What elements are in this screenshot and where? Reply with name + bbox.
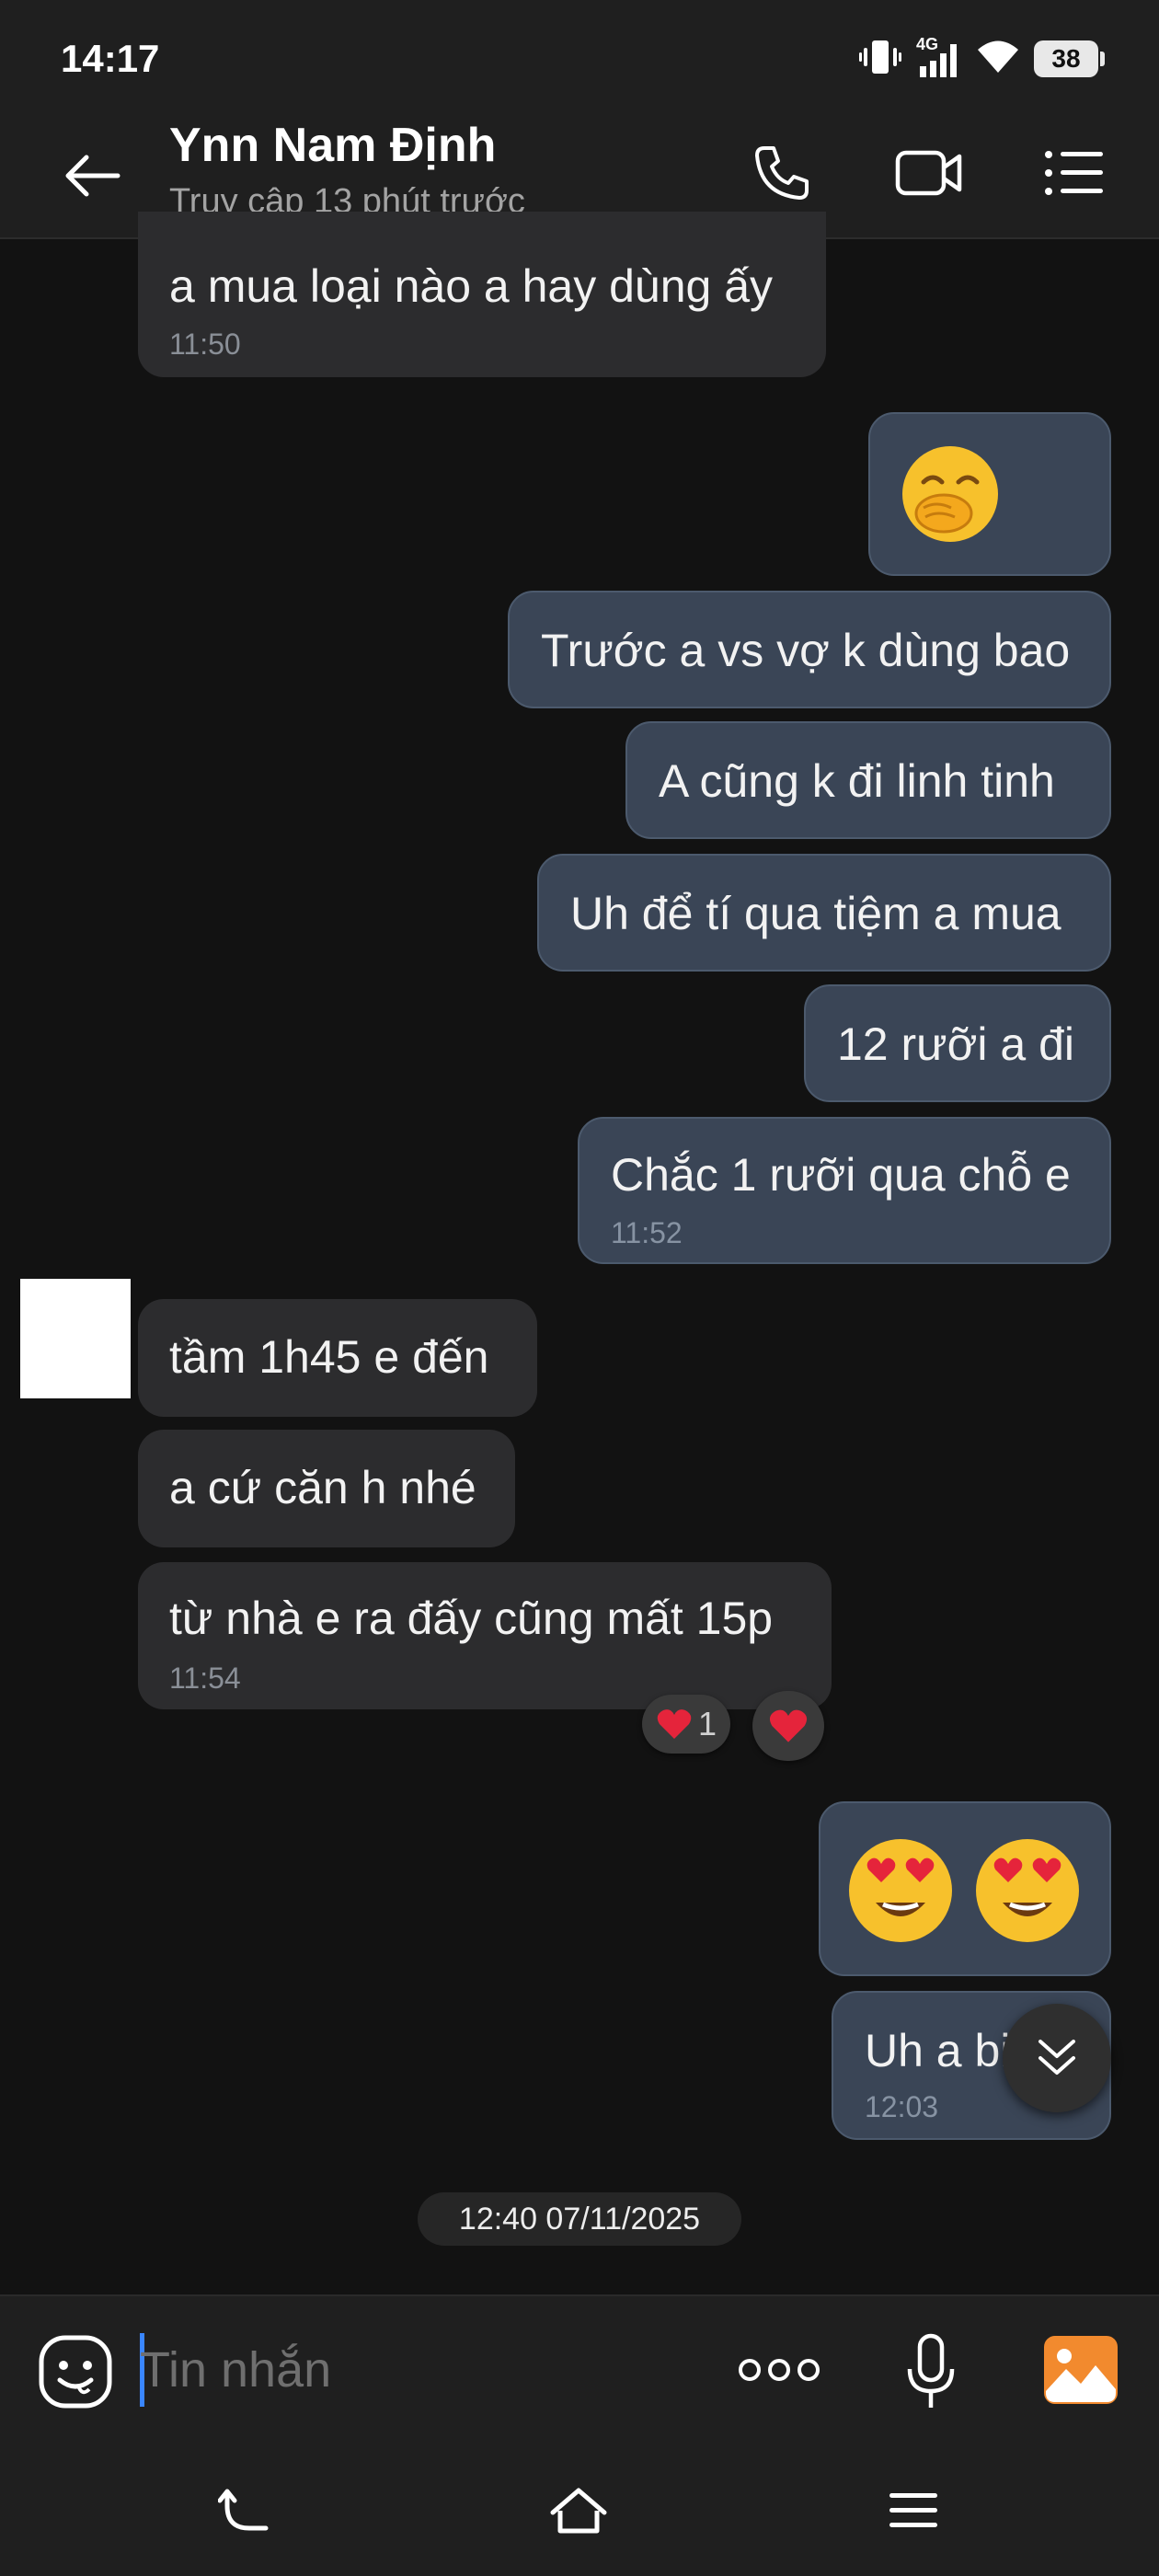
nav-back-button[interactable] — [204, 2469, 287, 2552]
more-options-button[interactable] — [736, 2344, 822, 2396]
battery-indicator: 38 — [1034, 40, 1105, 77]
message-bubble-incoming[interactable]: tầm 1h45 e đến — [138, 1299, 537, 1417]
contact-avatar[interactable] — [20, 1279, 131, 1398]
message-input[interactable] — [140, 2329, 692, 2410]
heart-eyes-emoji — [976, 1839, 1079, 1942]
smiley-sticker-icon — [39, 2335, 112, 2409]
signal-4g-icon: 4G — [916, 35, 962, 79]
vibrate-icon — [859, 39, 901, 80]
message-bubble-outgoing[interactable]: 12 rưỡi a đi — [804, 984, 1111, 1102]
voice-message-button[interactable] — [898, 2329, 964, 2414]
hand-over-mouth-emoji — [902, 446, 998, 542]
video-camera-icon — [895, 150, 962, 196]
heart-icon — [657, 1709, 692, 1739]
heart-icon — [769, 1709, 808, 1742]
message-bubble-outgoing[interactable] — [819, 1801, 1111, 1976]
sticker-button[interactable] — [37, 2333, 114, 2410]
add-reaction-button[interactable] — [752, 1691, 824, 1761]
date-separator: 12:40 07/11/2025 — [418, 2192, 741, 2246]
message-bubble-outgoing[interactable]: A cũng k đi linh tinh — [625, 721, 1111, 839]
wifi-icon — [977, 40, 1019, 79]
message-bubble-incoming[interactable]: a mua loại nào a hay dùng ấy 11:50 — [138, 212, 826, 377]
message-bubble-outgoing[interactable]: Trước a vs vợ k dùng bao — [508, 591, 1111, 708]
message-bubble-outgoing[interactable]: Chắc 1 rưỡi qua chỗ e 11:52 — [578, 1117, 1111, 1264]
contact-name[interactable]: Ynn Nam Định — [169, 118, 496, 173]
status-icons: 4G 38 — [859, 35, 1105, 80]
reaction-summary[interactable]: 1 — [642, 1695, 730, 1754]
video-call-button[interactable] — [892, 136, 966, 210]
message-bubble-outgoing[interactable]: Uh để tí qua tiệm a mua — [537, 854, 1111, 972]
voice-call-button[interactable] — [745, 136, 819, 210]
microphone-icon — [907, 2333, 955, 2408]
arrow-left-icon — [65, 155, 120, 197]
back-button[interactable] — [61, 144, 125, 208]
image-gallery-icon — [1044, 2336, 1118, 2404]
nav-recents-button[interactable] — [872, 2469, 955, 2552]
heart-eyes-emoji — [849, 1839, 952, 1942]
nav-home-icon — [550, 2488, 607, 2534]
status-bar: 14:17 4G 38 — [0, 0, 1159, 110]
nav-back-icon — [218, 2489, 269, 2531]
gallery-button[interactable] — [1041, 2331, 1120, 2409]
nav-menu-icon — [889, 2493, 937, 2527]
nav-home-button[interactable] — [537, 2469, 620, 2552]
status-time: 14:17 — [61, 37, 160, 80]
system-navigation-bar — [0, 2442, 1159, 2576]
message-composer — [0, 2294, 1159, 2442]
message-bubble-incoming[interactable]: từ nhà e ra đấy cũng mất 15p 11:54 — [138, 1562, 832, 1709]
chat-screen: 14:17 4G 38 Ynn Nam Định Truy cập 13 phú… — [0, 0, 1159, 2576]
chat-options-button[interactable] — [1038, 136, 1111, 210]
double-chevron-down-icon — [1039, 2040, 1075, 2075]
three-dots-icon — [739, 2359, 820, 2381]
scroll-to-bottom-button[interactable] — [1003, 2004, 1111, 2112]
reaction-count: 1 — [697, 1705, 717, 1742]
message-bubble-outgoing[interactable] — [868, 412, 1111, 576]
phone-icon — [755, 146, 809, 200]
list-menu-icon — [1045, 151, 1103, 195]
message-bubble-incoming[interactable]: a cứ căn h nhé — [138, 1430, 515, 1547]
